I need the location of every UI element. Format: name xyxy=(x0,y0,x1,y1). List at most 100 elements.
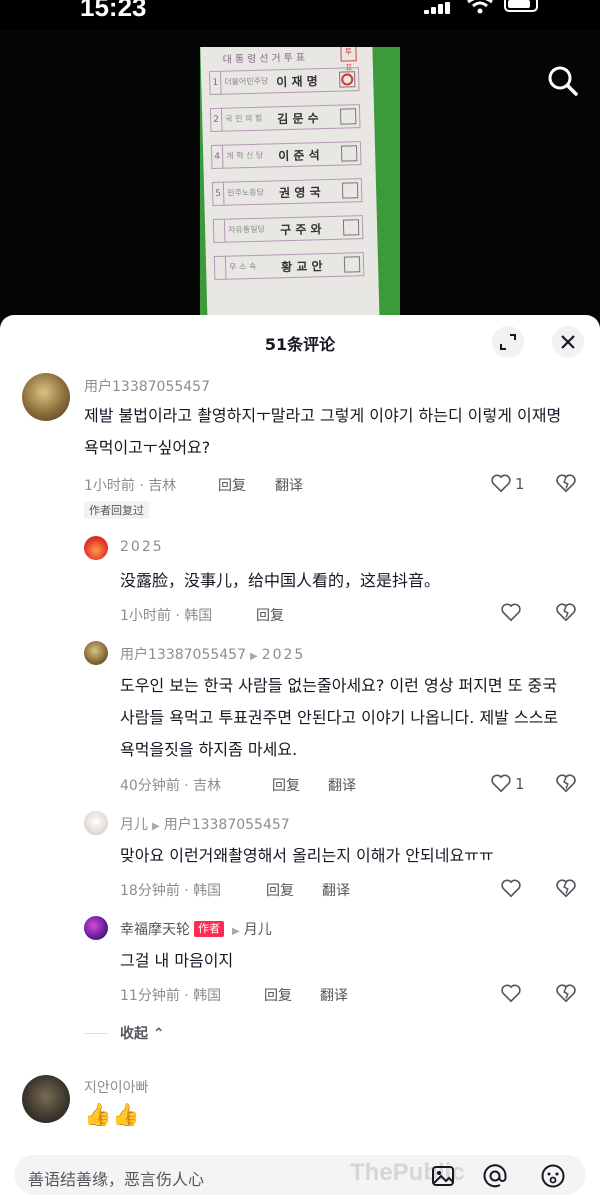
ballot-box xyxy=(339,108,357,125)
signal-icon xyxy=(424,2,454,14)
close-icon xyxy=(561,335,575,349)
ballot-box xyxy=(341,182,359,199)
reply-to-user[interactable]: 2025 xyxy=(262,647,306,663)
author-replied-tag: 作者回复过 xyxy=(84,501,149,519)
translate-button[interactable]: 翻译 xyxy=(275,475,303,495)
reply-username[interactable]: 2025 xyxy=(120,539,164,555)
broken-heart-icon[interactable] xyxy=(555,877,577,899)
wifi-icon xyxy=(467,0,493,14)
broken-heart-icon[interactable] xyxy=(555,601,577,623)
like-count: 1 xyxy=(515,775,525,793)
reply-meta: 40分钟前 · 吉林 xyxy=(120,778,222,794)
ballot-candidate: 김 문 수 xyxy=(277,111,319,127)
ballot-box xyxy=(342,219,360,236)
reply-text[interactable]: 没露脸，没事儿，给中国人看的，这是抖音。 xyxy=(120,565,560,597)
expand-button[interactable] xyxy=(492,326,524,358)
reply-meta: 11分钟前 · 韩国 xyxy=(120,988,222,1004)
collapse-button[interactable]: 收起 ⌃ xyxy=(120,1023,165,1043)
reply-button[interactable]: 回复 xyxy=(264,985,292,1005)
avatar[interactable] xyxy=(84,916,108,940)
mention-icon[interactable] xyxy=(482,1163,508,1189)
avatar[interactable] xyxy=(84,811,108,835)
reply-text[interactable]: 맞아요 이런거왜촬영해서 올리는지 이해가 안되네요ㅠㅠ xyxy=(120,840,570,872)
reply-button[interactable]: 回复 xyxy=(256,605,284,625)
ballot-party: 더불어민주당 xyxy=(224,76,269,87)
emoji-icon[interactable] xyxy=(540,1163,566,1189)
heart-icon[interactable] xyxy=(500,983,522,1003)
reply-button[interactable]: 回复 xyxy=(266,880,294,900)
search-icon[interactable] xyxy=(546,64,580,98)
ballot-party: 민주노동당 xyxy=(227,187,265,198)
reply-author[interactable]: 月儿 xyxy=(120,817,148,833)
ballot-candidate: 구 주 와 xyxy=(279,222,322,238)
ballot-header: 대통령선거투표 xyxy=(222,52,309,66)
image-icon[interactable] xyxy=(430,1163,456,1189)
avatar[interactable] xyxy=(84,536,108,560)
collapse-divider xyxy=(84,1033,108,1034)
comment-text[interactable]: 제발 불법이라고 촬영하지ㅜ말라고 그렇게 이야기 하는디 이렇게 이재명 욕먹… xyxy=(84,400,564,464)
reply-username[interactable]: 幸福摩天轮 作者 ▶ 月儿 xyxy=(120,919,272,939)
translate-button[interactable]: 翻译 xyxy=(328,775,356,795)
expand-icon xyxy=(500,334,516,350)
heart-icon[interactable] xyxy=(490,773,512,793)
thumbs-up-emoji-icon: 👍 xyxy=(112,1103,140,1128)
reply-author[interactable]: 幸福摩天轮 xyxy=(120,922,190,938)
collapse-label: 收起 xyxy=(120,1026,148,1042)
reply-text[interactable]: 도우인 보는 한국 사람들 없는줄아세요? 이런 영상 퍼지면 또 중국사람들 … xyxy=(120,670,570,766)
avatar[interactable] xyxy=(84,641,108,665)
ballot-number: 1 xyxy=(209,71,222,95)
reply-button[interactable]: 回复 xyxy=(218,475,246,495)
translate-button[interactable]: 翻译 xyxy=(320,985,348,1005)
comment-input[interactable]: 善语结善缘，恶言伤人心 ThePublic xyxy=(14,1155,586,1195)
ballot-party: 자유통일당 xyxy=(228,224,266,235)
author-badge: 作者 xyxy=(194,921,224,937)
ballot-candidate: 이 재 명 xyxy=(276,74,318,90)
reply-author[interactable]: 用户13387055457 xyxy=(120,647,246,663)
status-time: 15:23 xyxy=(80,0,147,22)
close-button[interactable] xyxy=(552,326,584,358)
ballot-stamp: 투표 xyxy=(340,47,357,73)
reply-to-user[interactable]: 用户13387055457 xyxy=(164,817,290,833)
reply-to-user[interactable]: 月儿 xyxy=(244,922,272,938)
comment-meta: 1小时前 · 吉林 xyxy=(84,478,177,494)
translate-button[interactable]: 翻译 xyxy=(322,880,350,900)
ballot-candidate: 권 영 국 xyxy=(279,185,321,201)
video-frame: 대통령선거투표 투표 1 더불어민주당 이 재 명 2국 민 의 힘 김 문 수 4개 혁… xyxy=(200,47,400,315)
avatar[interactable] xyxy=(22,373,70,421)
reply-meta: 1小时前 · 韩国 xyxy=(120,608,213,624)
video-player[interactable]: 대통령선거투표 투표 1 더불어민주당 이 재 명 2국 민 의 힘 김 문 수 4개 혁… xyxy=(0,30,600,330)
reply-button[interactable]: 回复 xyxy=(272,775,300,795)
reply-arrow-icon: ▶ xyxy=(232,926,240,937)
reply-author[interactable]: 2025 xyxy=(120,539,164,555)
ballot-row: 자유통일당 구 주 와 xyxy=(212,215,364,244)
comment-username[interactable]: 用户13387055457 xyxy=(84,376,210,396)
comment-input-bar: 善语结善缘，恶言伤人心 ThePublic xyxy=(0,1151,600,1202)
ballot-row: 무 소 속황 교 안 xyxy=(213,252,365,281)
ballot-party: 무 소 속 xyxy=(228,261,257,272)
ballot-party: 개 혁 신 당 xyxy=(226,150,264,161)
reply-arrow-icon: ▶ xyxy=(249,651,258,662)
comment-input-placeholder: 善语结善缘，恶言伤人心 xyxy=(28,1170,205,1189)
reply-meta: 18分钟前 · 韩国 xyxy=(120,883,222,899)
ballot-party: 국 민 의 힘 xyxy=(225,113,263,124)
ballot-candidate: 이 준 석 xyxy=(278,148,320,164)
battery-icon xyxy=(504,0,538,12)
ballot-number: 5 xyxy=(212,182,225,206)
thumbs-up-emoji-icon: 👍 xyxy=(84,1103,112,1128)
broken-heart-icon[interactable] xyxy=(555,772,577,794)
heart-icon[interactable] xyxy=(500,878,522,898)
ballot-row: 5 민주노동당 권 영 국 xyxy=(211,178,363,207)
ballot-box xyxy=(343,256,361,273)
ballot-row: 1 더불어민주당 이 재 명 xyxy=(208,67,360,96)
broken-heart-icon[interactable] xyxy=(555,472,577,494)
heart-icon[interactable] xyxy=(490,473,512,493)
comment-username[interactable]: 지안이아빠 xyxy=(84,1077,148,1097)
ballot-paper: 대통령선거투표 투표 1 더불어민주당 이 재 명 2국 민 의 힘 김 문 수 4개 혁… xyxy=(200,47,380,315)
broken-heart-icon[interactable] xyxy=(555,982,577,1004)
avatar[interactable] xyxy=(22,1075,70,1123)
heart-icon[interactable] xyxy=(500,602,522,622)
reply-username[interactable]: 月儿 ▶ 用户13387055457 xyxy=(120,814,290,834)
ballot-row: 2국 민 의 힘 김 문 수 xyxy=(209,104,361,133)
reply-text[interactable]: 그걸 내 마음이지 xyxy=(120,945,570,977)
reply-username[interactable]: 用户13387055457 ▶ 2025 xyxy=(120,644,305,664)
